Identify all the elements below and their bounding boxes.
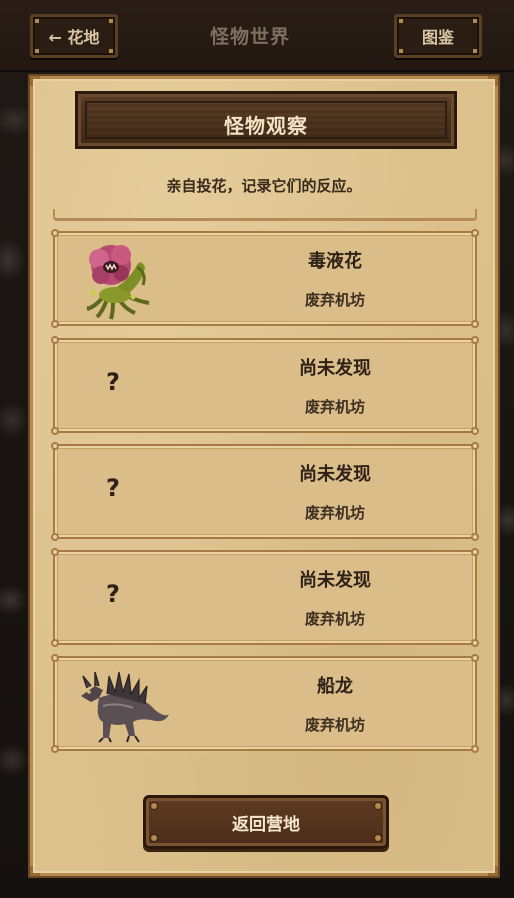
monster-name: 毒液花 bbox=[308, 251, 362, 272]
monster-location: 废弃机坊 bbox=[304, 291, 365, 309]
monster-card-undiscovered[interactable]: ? 尚未发现 废弃机坊 bbox=[51, 336, 479, 435]
return-to-camp-button[interactable]: 返回营地 bbox=[143, 795, 389, 849]
ship-dragon-icon bbox=[81, 671, 169, 743]
unknown-monster-icon: ? bbox=[106, 368, 120, 396]
monster-card-undiscovered[interactable]: ? 尚未发现 废弃机坊 bbox=[51, 548, 479, 647]
unknown-monster-icon: ? bbox=[106, 580, 120, 608]
atlas-button-label: 图鉴 bbox=[421, 28, 454, 47]
back-button-label: ← 花地 bbox=[48, 28, 100, 47]
monster-card-undiscovered[interactable]: ? 尚未发现 废弃机坊 bbox=[51, 442, 479, 541]
page-title: 怪物世界 bbox=[209, 26, 290, 48]
panel-header-plank: 怪物观察 bbox=[75, 91, 457, 149]
panel-subtitle: 亲自投花，记录它们的反应。 bbox=[166, 177, 362, 195]
monster-location: 废弃机坊 bbox=[304, 504, 365, 522]
atlas-button[interactable]: 图鉴 bbox=[394, 14, 482, 58]
return-to-camp-label: 返回营地 bbox=[232, 814, 300, 835]
monster-observation-panel: 怪物观察 亲自投花，记录它们的反应。 毒液花 废弃机坊 ? 尚未发现 废弃机坊 … bbox=[30, 76, 498, 876]
venom-flower-icon bbox=[86, 245, 150, 320]
panel-title: 怪物观察 bbox=[224, 114, 308, 138]
monster-name: 尚未发现 bbox=[299, 570, 371, 591]
monster-card-ship-dragon[interactable]: 船龙 废弃机坊 bbox=[51, 654, 479, 753]
monster-name: 船龙 bbox=[317, 676, 353, 697]
list-scroll-edge bbox=[53, 209, 477, 221]
monster-location: 废弃机坊 bbox=[304, 610, 365, 628]
monster-name: 尚未发现 bbox=[299, 464, 371, 485]
back-to-flower-field-button[interactable]: ← 花地 bbox=[30, 14, 118, 58]
monster-location: 废弃机坊 bbox=[304, 398, 365, 416]
monster-location: 废弃机坊 bbox=[304, 716, 365, 734]
monster-name: 尚未发现 bbox=[299, 358, 371, 379]
monster-card-venom-flower[interactable]: 毒液花 废弃机坊 bbox=[51, 229, 479, 328]
top-bar: ← 花地 怪物世界 图鉴 bbox=[0, 0, 514, 72]
unknown-monster-icon: ? bbox=[106, 474, 120, 502]
